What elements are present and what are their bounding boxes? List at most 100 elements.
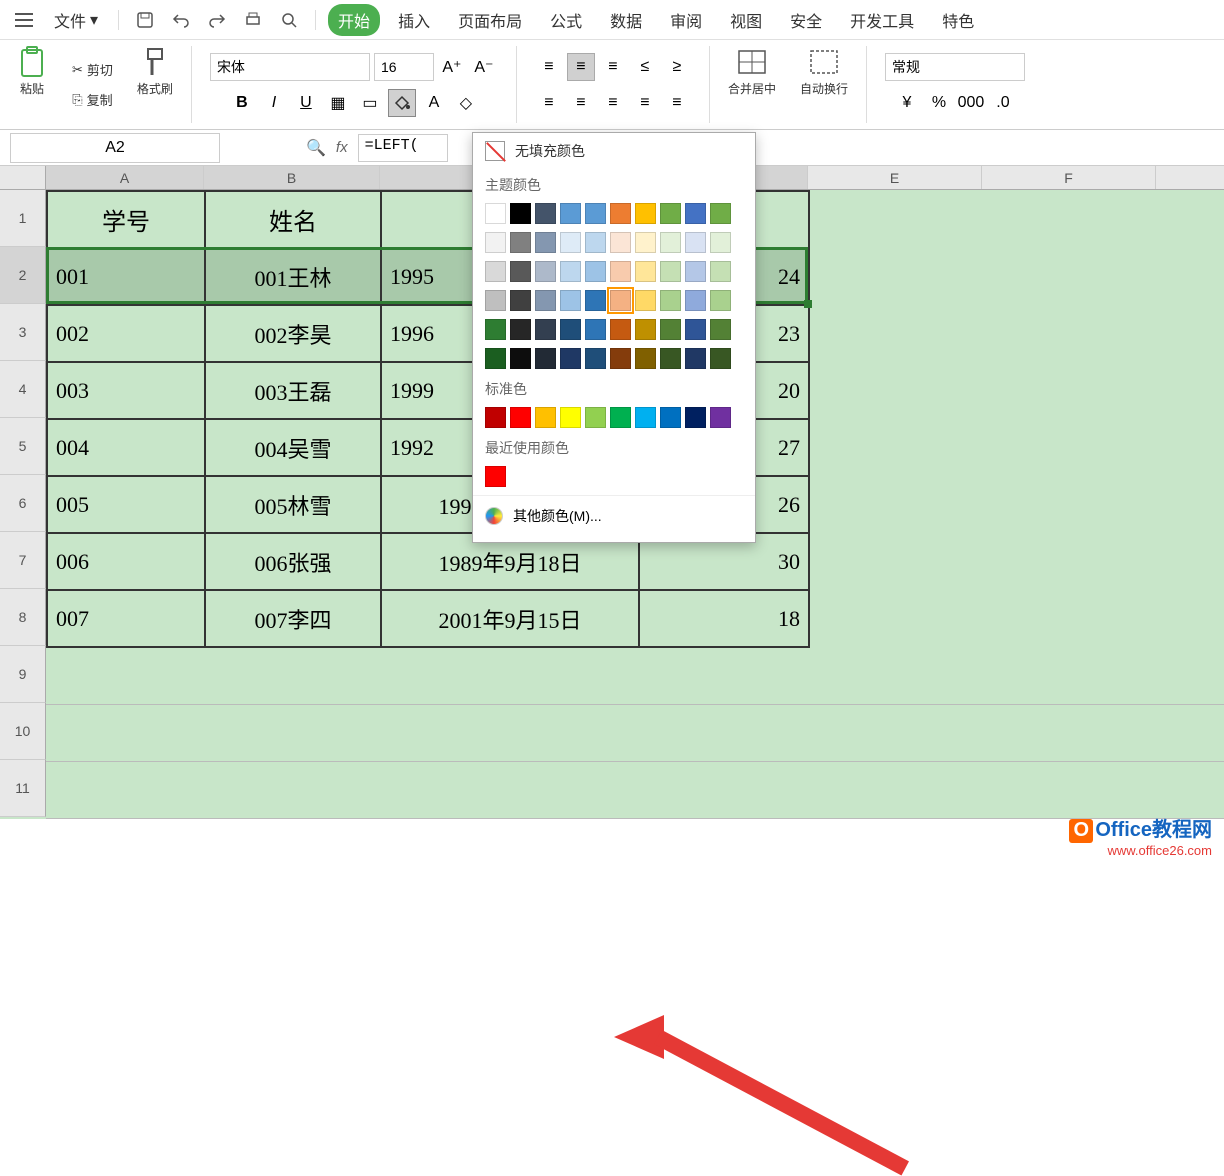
color-swatch[interactable]: [535, 407, 556, 428]
fill-handle[interactable]: [804, 300, 812, 308]
tab-security[interactable]: 安全: [780, 4, 832, 36]
color-swatch[interactable]: [510, 319, 531, 340]
color-swatch[interactable]: [710, 407, 731, 428]
color-swatch[interactable]: [560, 203, 581, 224]
color-swatch[interactable]: [510, 348, 531, 369]
cut-button[interactable]: ✂剪切: [72, 58, 113, 82]
cell[interactable]: 006: [47, 533, 205, 590]
comma-button[interactable]: 000: [957, 89, 985, 117]
cell[interactable]: 004吴雪: [205, 419, 381, 476]
number-format-select[interactable]: [885, 53, 1025, 81]
color-swatch[interactable]: [485, 466, 506, 487]
color-swatch[interactable]: [635, 348, 656, 369]
color-swatch[interactable]: [510, 407, 531, 428]
col-header-a[interactable]: A: [46, 166, 204, 189]
cell[interactable]: 007李四: [205, 590, 381, 647]
color-swatch[interactable]: [635, 232, 656, 253]
color-swatch[interactable]: [535, 232, 556, 253]
merge-center-button[interactable]: 合并居中: [728, 46, 776, 97]
color-swatch[interactable]: [585, 407, 606, 428]
tab-formulas[interactable]: 公式: [540, 4, 592, 36]
save-icon[interactable]: [131, 6, 159, 34]
color-swatch[interactable]: [685, 261, 706, 282]
color-swatch[interactable]: [635, 319, 656, 340]
currency-button[interactable]: ¥: [893, 89, 921, 117]
color-swatch[interactable]: [535, 319, 556, 340]
cell[interactable]: 006张强: [205, 533, 381, 590]
color-swatch[interactable]: [585, 348, 606, 369]
row-header-7[interactable]: 7: [0, 532, 46, 589]
color-swatch[interactable]: [710, 232, 731, 253]
fx-icon[interactable]: fx: [336, 139, 348, 156]
tab-special[interactable]: 特色: [932, 4, 984, 36]
color-swatch[interactable]: [485, 232, 506, 253]
color-swatch[interactable]: [535, 203, 556, 224]
cell[interactable]: 学号: [47, 191, 205, 248]
zoom-icon[interactable]: 🔍: [306, 138, 326, 158]
tab-view[interactable]: 视图: [720, 4, 772, 36]
percent-button[interactable]: %: [925, 89, 953, 117]
color-swatch[interactable]: [560, 261, 581, 282]
color-swatch[interactable]: [560, 407, 581, 428]
color-swatch[interactable]: [535, 348, 556, 369]
redo-icon[interactable]: [203, 6, 231, 34]
align-left-button[interactable]: ≡: [535, 89, 563, 117]
color-swatch[interactable]: [660, 290, 681, 311]
cell[interactable]: 004: [47, 419, 205, 476]
formula-input[interactable]: =LEFT(: [358, 134, 448, 162]
color-swatch[interactable]: [685, 203, 706, 224]
cell[interactable]: 002: [47, 305, 205, 362]
color-swatch[interactable]: [685, 319, 706, 340]
cell[interactable]: 姓名: [205, 191, 381, 248]
color-swatch[interactable]: [510, 232, 531, 253]
color-swatch[interactable]: [685, 407, 706, 428]
decrease-font-button[interactable]: A⁻: [470, 53, 498, 81]
cell[interactable]: 002李昊: [205, 305, 381, 362]
tab-review[interactable]: 审阅: [660, 4, 712, 36]
row-header-5[interactable]: 5: [0, 418, 46, 475]
row-header-9[interactable]: 9: [0, 646, 46, 703]
bold-button[interactable]: B: [228, 89, 256, 117]
color-swatch[interactable]: [635, 290, 656, 311]
row-header-6[interactable]: 6: [0, 475, 46, 532]
color-swatch[interactable]: [635, 407, 656, 428]
color-swatch[interactable]: [610, 319, 631, 340]
paste-button[interactable]: 粘贴: [16, 46, 48, 97]
row-header-10[interactable]: 10: [0, 703, 46, 760]
color-swatch[interactable]: [485, 261, 506, 282]
color-swatch[interactable]: [485, 319, 506, 340]
color-swatch[interactable]: [535, 261, 556, 282]
color-swatch[interactable]: [560, 319, 581, 340]
color-swatch[interactable]: [610, 290, 631, 311]
cell[interactable]: 001: [47, 248, 205, 305]
color-swatch[interactable]: [610, 261, 631, 282]
border-button[interactable]: ▦: [324, 89, 352, 117]
color-swatch[interactable]: [610, 232, 631, 253]
row-header-4[interactable]: 4: [0, 361, 46, 418]
color-swatch[interactable]: [610, 203, 631, 224]
underline-button[interactable]: U: [292, 89, 320, 117]
justify-button[interactable]: ≡: [631, 89, 659, 117]
color-swatch[interactable]: [560, 290, 581, 311]
color-swatch[interactable]: [560, 348, 581, 369]
color-swatch[interactable]: [485, 407, 506, 428]
decrease-indent-button[interactable]: ≤: [631, 53, 659, 81]
fill-color-button[interactable]: [388, 89, 416, 117]
cell-row[interactable]: [46, 705, 1224, 762]
row-header-8[interactable]: 8: [0, 589, 46, 646]
align-middle-button[interactable]: ≡: [567, 53, 595, 81]
increase-indent-button[interactable]: ≥: [663, 53, 691, 81]
cell-row[interactable]: [46, 762, 1224, 819]
color-swatch[interactable]: [510, 290, 531, 311]
color-swatch[interactable]: [635, 261, 656, 282]
row-header-11[interactable]: 11: [0, 760, 46, 817]
cell[interactable]: 005: [47, 476, 205, 533]
font-name-select[interactable]: [210, 53, 370, 81]
distribute-button[interactable]: ≡: [663, 89, 691, 117]
no-fill-option[interactable]: 无填充颜色: [473, 133, 755, 169]
color-swatch[interactable]: [485, 348, 506, 369]
color-swatch[interactable]: [685, 232, 706, 253]
color-swatch[interactable]: [585, 261, 606, 282]
color-swatch[interactable]: [710, 203, 731, 224]
color-swatch[interactable]: [635, 203, 656, 224]
